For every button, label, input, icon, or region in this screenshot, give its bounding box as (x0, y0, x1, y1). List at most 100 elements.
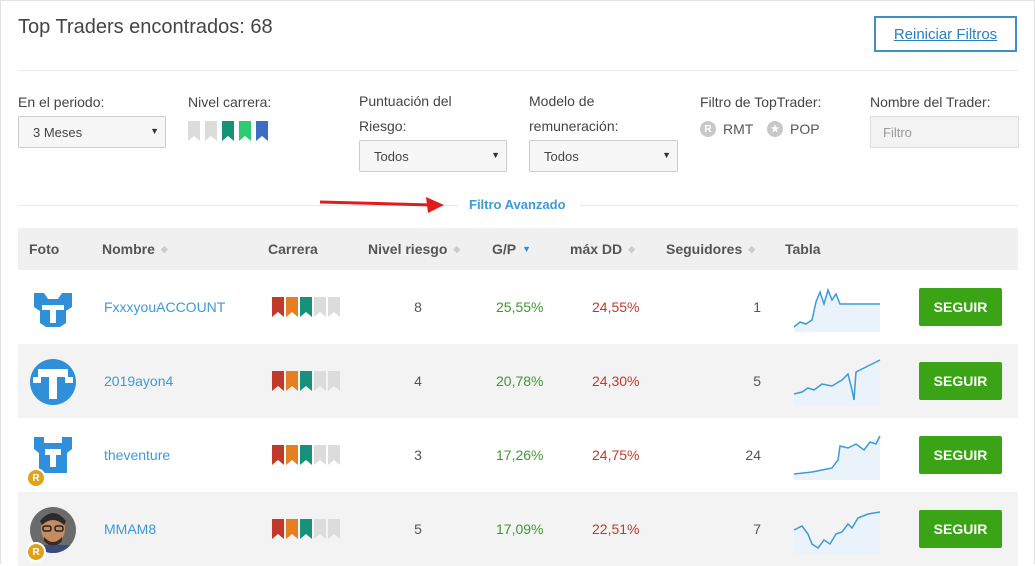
follow-button[interactable]: SEGUIR (919, 362, 1002, 400)
sort-icon: ◆ (748, 244, 756, 254)
follow-button[interactable]: SEGUIR (919, 288, 1002, 326)
career-ribbon-icon (272, 296, 284, 320)
career-ribbon-icon (286, 518, 298, 542)
sort-desc-icon: ▼ (522, 244, 532, 254)
sort-icon: ◆ (160, 244, 168, 254)
performance-sparkline[interactable] (792, 430, 884, 480)
red-arrow-annotation (320, 197, 444, 213)
pop-option[interactable]: ★ POP (767, 121, 820, 137)
sort-icon: ◆ (453, 244, 461, 254)
career-ribbon-icon (300, 296, 312, 320)
chevron-down-icon: ▼ (662, 150, 671, 160)
trader-name-placeholder: Filtro (883, 124, 912, 140)
career-ribbon-icon (272, 444, 284, 468)
sort-icon: ◆ (628, 244, 636, 254)
career-level (272, 370, 340, 394)
career-level-4-icon[interactable] (239, 121, 251, 141)
chevron-down-icon: ▼ (150, 126, 159, 136)
remuneration-select[interactable]: Todos ▼ (529, 140, 678, 172)
career-level (272, 296, 340, 320)
career-ribbon-icon (300, 518, 312, 542)
career-ribbon-icon (272, 370, 284, 394)
career-ribbon-icon (314, 444, 326, 468)
gain-percent: 17,09% (496, 521, 544, 537)
risk-level: 8 (414, 299, 422, 315)
trader-name-input[interactable]: Filtro (870, 116, 1019, 148)
col-chart: Tabla (785, 241, 821, 257)
avatar[interactable] (30, 285, 76, 331)
max-drawdown: 24,75% (592, 447, 640, 463)
career-level (272, 444, 340, 468)
col-risk[interactable]: Nivel riesgo ◆ (368, 228, 460, 270)
star-icon: ★ (767, 121, 783, 137)
career-ribbon-icon (286, 370, 298, 394)
career-ribbon-icon (328, 370, 340, 394)
trader-name-label: Nombre del Trader: (870, 94, 991, 110)
follow-button[interactable]: SEGUIR (919, 436, 1002, 474)
trader-name-link[interactable]: theventure (104, 418, 170, 492)
performance-sparkline[interactable] (792, 356, 884, 406)
career-level-2-icon[interactable] (205, 121, 217, 141)
avatar[interactable] (30, 359, 76, 405)
remuneration-select-value: Todos (544, 148, 579, 164)
divider (18, 70, 1018, 71)
gain-percent: 25,55% (496, 299, 544, 315)
performance-sparkline[interactable] (792, 282, 884, 332)
career-ribbon-icon (272, 518, 284, 542)
risk-level: 5 (414, 521, 422, 537)
rmt-label: RMT (723, 121, 754, 137)
trader-name-link[interactable]: 2019ayon4 (104, 344, 173, 418)
col-maxdd[interactable]: máx DD ◆ (570, 228, 635, 270)
table-row: 2019ayon4 4 20,78% 24,30% 5 SEGUIR (18, 344, 1018, 418)
rmt-badge-icon: R (26, 542, 46, 562)
career-ribbon-icon (286, 296, 298, 320)
table-header: Foto Nombre ◆ Carrera Nivel riesgo ◆ G/P ▼ … (18, 228, 1018, 270)
table-row: R MMAM8 5 17,09% 22,51% 7 SEGUIR (18, 492, 1018, 566)
col-followers[interactable]: Seguidores ◆ (666, 228, 755, 270)
pop-label: POP (790, 121, 820, 137)
rmt-icon: R (700, 121, 716, 137)
career-ribbon-icon (328, 296, 340, 320)
col-gp[interactable]: G/P ▼ (492, 228, 531, 270)
col-career: Carrera (268, 241, 318, 257)
career-ribbon-icon (328, 444, 340, 468)
followers-count: 7 (753, 521, 761, 537)
chevron-down-icon: ▼ (491, 150, 500, 160)
followers-count: 1 (753, 299, 761, 315)
risk-level: 3 (414, 447, 422, 463)
followers-count: 24 (745, 447, 761, 463)
remuneration-label-line1: Modelo de (529, 93, 595, 109)
career-level-3-icon[interactable] (222, 121, 234, 141)
risk-select[interactable]: Todos ▼ (359, 140, 507, 172)
risk-label-line2: Riesgo: (359, 118, 407, 134)
career-label: Nivel carrera: (188, 94, 272, 110)
career-level-5-icon[interactable] (256, 121, 268, 141)
rmt-badge-icon: R (26, 468, 46, 488)
performance-sparkline[interactable] (792, 504, 884, 554)
period-select-value: 3 Meses (33, 124, 83, 140)
risk-select-value: Todos (374, 148, 409, 164)
rmt-option[interactable]: R RMT (700, 121, 753, 137)
divider-right (580, 205, 1018, 206)
page-title: Top Traders encontrados: 68 (18, 16, 273, 38)
col-photo: Foto (29, 241, 60, 257)
toptrader-filter-label: Filtro de TopTrader: (700, 94, 822, 110)
trader-name-link[interactable]: MMAM8 (104, 492, 156, 566)
col-name[interactable]: Nombre ◆ (102, 228, 168, 270)
career-level-1-icon[interactable] (188, 121, 200, 141)
trader-name-link[interactable]: FxxxyouACCOUNT (104, 270, 225, 344)
career-ribbon-icon (300, 370, 312, 394)
follow-button[interactable]: SEGUIR (919, 510, 1002, 548)
gain-percent: 20,78% (496, 373, 544, 389)
advanced-filter-link[interactable]: Filtro Avanzado (469, 197, 566, 212)
period-select[interactable]: 3 Meses ▼ (18, 116, 166, 148)
followers-count: 5 (753, 373, 761, 389)
max-drawdown: 24,30% (592, 373, 640, 389)
gain-percent: 17,26% (496, 447, 544, 463)
risk-level: 4 (414, 373, 422, 389)
career-ribbon-icon (314, 296, 326, 320)
table-row: FxxxyouACCOUNT 8 25,55% 24,55% 1 SEGUIR (18, 270, 1018, 344)
career-ribbon-icon (314, 370, 326, 394)
remuneration-label-line2: remuneración: (529, 118, 619, 134)
reset-filters-button[interactable]: Reiniciar Filtros (874, 16, 1017, 52)
